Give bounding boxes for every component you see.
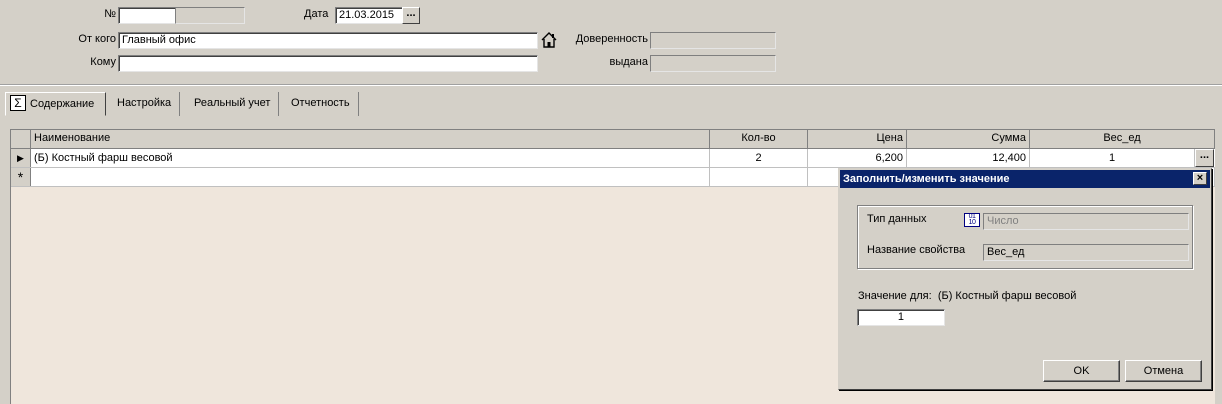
- value-for-label: Значение для: (Б) Костный фарш весовой: [858, 290, 1076, 302]
- number-label: №: [104, 8, 116, 20]
- cell-sum[interactable]: 12,400: [907, 149, 1030, 167]
- tab-settings-label: Настройка: [117, 97, 172, 109]
- new-cell-qty[interactable]: [710, 168, 808, 186]
- grid-header-corner: [11, 130, 31, 148]
- column-qty[interactable]: Кол-во: [710, 130, 808, 148]
- date-picker-button[interactable]: ...: [402, 7, 420, 24]
- dialog-titlebar[interactable]: Заполнить/изменить значение ×: [840, 170, 1210, 188]
- tab-real-accounting-label: Реальный учет: [194, 97, 271, 109]
- close-icon[interactable]: ×: [1193, 172, 1207, 185]
- cell-weight-edit-button[interactable]: ...: [1195, 149, 1214, 167]
- value-for-item: (Б) Костный фарш весовой: [937, 290, 1077, 302]
- from-field[interactable]: Главный офис: [118, 32, 538, 49]
- tab-reports[interactable]: Отчетность: [283, 92, 359, 116]
- proxy-field: [650, 32, 776, 49]
- sigma-icon: Σ: [10, 95, 26, 112]
- date-label: Дата: [304, 8, 329, 20]
- property-name-label: Название свойства: [867, 244, 966, 256]
- new-cell-name[interactable]: [31, 168, 710, 186]
- tab-settings[interactable]: Настройка: [109, 92, 181, 116]
- grid-header: Наименование Кол-во Цена Сумма Вес_ед: [11, 130, 1215, 149]
- data-type-field: Число: [983, 213, 1189, 230]
- cancel-button[interactable]: Отмена: [1125, 360, 1202, 382]
- tab-content-label: Содержание: [30, 98, 95, 110]
- header-separator: [0, 84, 1222, 86]
- ok-button[interactable]: OK: [1043, 360, 1120, 382]
- cell-price[interactable]: 6,200: [808, 149, 907, 167]
- value-input[interactable]: 1: [857, 309, 945, 326]
- to-label: Кому: [90, 56, 116, 68]
- table-row[interactable]: ▶ (Б) Костный фарш весовой 2 6,200 12,40…: [11, 149, 1215, 168]
- to-field[interactable]: [118, 55, 538, 72]
- tab-real-accounting[interactable]: Реальный учет: [186, 92, 280, 116]
- proxy-label: Доверенность: [575, 33, 648, 45]
- column-name[interactable]: Наименование: [31, 130, 710, 148]
- cell-weight[interactable]: 1: [1030, 149, 1195, 167]
- dialog-title: Заполнить/изменить значение: [843, 173, 1010, 185]
- cell-name[interactable]: (Б) Костный фарш весовой: [31, 149, 710, 167]
- issued-label: выдана: [609, 56, 648, 68]
- value-for-prefix: Значение для:: [858, 290, 932, 302]
- issued-field: [650, 55, 776, 72]
- tab-content[interactable]: Σ Содержание: [5, 92, 106, 116]
- new-row-marker: *: [11, 168, 31, 186]
- number-suffix-field: [175, 7, 245, 24]
- from-label: От кого: [78, 33, 116, 45]
- home-icon[interactable]: [540, 31, 558, 49]
- property-name-field: Вес_ед: [983, 244, 1189, 261]
- edit-value-dialog[interactable]: Заполнить/изменить значение × Тип данных…: [838, 168, 1212, 390]
- column-sum[interactable]: Сумма: [907, 130, 1030, 148]
- column-price[interactable]: Цена: [808, 130, 907, 148]
- number-type-icon: 01 10: [964, 213, 980, 227]
- cell-qty[interactable]: 2: [710, 149, 808, 167]
- row-selected-marker: ▶: [11, 149, 31, 167]
- data-type-label: Тип данных: [867, 213, 927, 225]
- dialog-info-group: Тип данных 01 10 Число Название свойства …: [857, 205, 1193, 269]
- number-field[interactable]: [118, 7, 176, 24]
- tab-reports-label: Отчетность: [291, 97, 350, 109]
- column-weight[interactable]: Вес_ед: [1030, 130, 1215, 148]
- date-field[interactable]: 21.03.2015: [335, 7, 403, 24]
